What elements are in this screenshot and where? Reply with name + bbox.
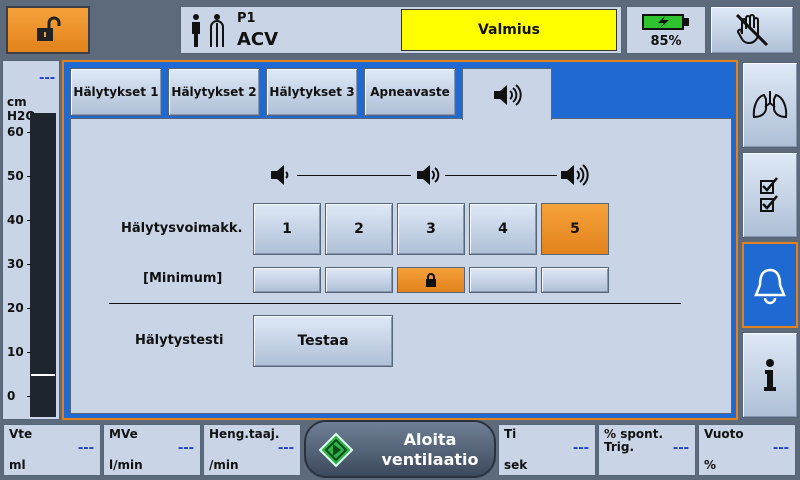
- volume-level-4-button[interactable]: 4: [469, 203, 537, 255]
- pressure-tick: 40: [7, 213, 31, 227]
- metric-label: MVe: [109, 427, 138, 441]
- metric-unit: %: [704, 458, 717, 472]
- speaker-low-icon: [271, 165, 289, 185]
- tab-alarms-3[interactable]: Hälytykset 3: [266, 68, 358, 116]
- pressure-tick: 10: [7, 345, 31, 359]
- tab-alarm-volume[interactable]: [462, 68, 552, 120]
- pressure-tick: 20: [7, 301, 31, 315]
- patient-icon: [192, 14, 224, 47]
- battery-charging-icon: [642, 14, 689, 30]
- battery-percent: 85%: [650, 34, 682, 49]
- pressure-value: ---: [39, 71, 56, 86]
- sidebar-info-button[interactable]: [742, 332, 798, 418]
- minimum-slot: [253, 267, 321, 293]
- speaker-medium-icon: [417, 165, 440, 185]
- volume-level-2-button[interactable]: 2: [325, 203, 393, 255]
- start-diamond-icon: [318, 432, 354, 468]
- metric-label: Heng.taaj.: [209, 427, 280, 441]
- metric-ti: Ti --- sek: [498, 424, 596, 476]
- metric-value: ---: [672, 441, 689, 456]
- metric-label: Vuoto: [704, 427, 744, 441]
- metric-unit: l/min: [109, 458, 143, 472]
- metric-value: ---: [77, 441, 94, 456]
- ventilation-mode: ACV: [237, 29, 279, 50]
- lungs-icon: [752, 91, 788, 119]
- pressure-tick: 60: [7, 125, 31, 139]
- volume-scale-line: [445, 175, 557, 176]
- sidebar-alarms-button[interactable]: [742, 242, 798, 328]
- minimum-slot: [469, 267, 537, 293]
- metric-spont-trig: % spont. Trig. ---: [598, 424, 696, 476]
- sidebar-checklist-button[interactable]: [742, 152, 798, 238]
- volume-scale: [269, 163, 589, 187]
- volume-level-5-button[interactable]: 5: [541, 203, 609, 255]
- alarm-silence-button[interactable]: [710, 6, 794, 54]
- volume-level-3-button[interactable]: 3: [397, 203, 465, 255]
- metric-unit: ml: [9, 458, 26, 472]
- start-ventilation-button[interactable]: Aloita ventilaatio: [304, 420, 496, 478]
- start-ventilation-label: Aloita ventilaatio: [381, 430, 479, 469]
- minimum-slot: [325, 267, 393, 293]
- info-icon: [764, 359, 776, 391]
- pressure-tick: 50: [7, 169, 31, 183]
- alarm-bell-icon: [754, 268, 786, 305]
- metric-mve: MVe --- l/min: [103, 424, 201, 476]
- alarm-silence-hand-icon: [735, 13, 769, 47]
- speaker-icon: [494, 83, 522, 106]
- minimum-slot-locked: [397, 267, 465, 293]
- pressure-bar-panel: --- cm H2O 60 50 40 30 20 10 0: [2, 60, 60, 420]
- metric-resp-rate: Heng.taaj. --- /min: [203, 424, 301, 476]
- minimum-label: [Minimum]: [143, 271, 223, 286]
- alarm-volume-label: Hälytysvoimakk.: [121, 221, 243, 236]
- alarm-test-button[interactable]: Testaa: [253, 315, 393, 367]
- lock-icon: [426, 273, 436, 287]
- metric-label: Vte: [9, 427, 33, 441]
- metric-unit: sek: [504, 458, 528, 472]
- tab-alarms-1[interactable]: Hälytykset 1: [70, 68, 162, 116]
- pressure-tick: 0: [7, 389, 33, 403]
- pressure-indicator: [31, 374, 55, 376]
- tab-apnea-response[interactable]: Apneavaste: [364, 68, 456, 116]
- minimum-slot: [541, 267, 609, 293]
- pressure-gauge: [30, 113, 56, 417]
- battery-panel: 85%: [626, 6, 706, 54]
- status-message: Valmius: [401, 9, 617, 51]
- metric-unit: /min: [209, 458, 239, 472]
- tab-alarms-2[interactable]: Hälytykset 2: [168, 68, 260, 116]
- metric-label: % spont. Trig.: [604, 427, 664, 454]
- metric-value: ---: [177, 441, 194, 456]
- checklist-icon: [760, 177, 778, 212]
- metric-value: ---: [277, 441, 294, 456]
- metric-value: ---: [772, 441, 789, 456]
- divider: [109, 303, 681, 304]
- metric-label: Ti: [504, 427, 517, 441]
- patient-id: P1: [237, 11, 256, 26]
- patient-mode-panel[interactable]: P1 ACV Valmius: [180, 6, 622, 54]
- metric-leak: Vuoto --- %: [698, 424, 796, 476]
- volume-level-1-button[interactable]: 1: [253, 203, 321, 255]
- unlock-button[interactable]: [6, 6, 90, 54]
- metric-value: ---: [572, 441, 589, 456]
- metric-vte: Vte --- ml: [3, 424, 101, 476]
- alarm-volume-content: Hälytysvoimakk. 1 2 3 4 5 [Minimum] Häly…: [70, 118, 732, 414]
- unlock-icon: [37, 16, 61, 41]
- volume-scale-line: [297, 175, 411, 176]
- speaker-high-icon: [561, 164, 589, 186]
- alarm-settings-panel: Hälytykset 1 Hälytykset 2 Hälytykset 3 A…: [62, 60, 738, 420]
- sidebar-monitoring-button[interactable]: [742, 62, 798, 148]
- pressure-tick: 30: [7, 257, 31, 271]
- alarm-test-label: Hälytystesti: [135, 333, 224, 348]
